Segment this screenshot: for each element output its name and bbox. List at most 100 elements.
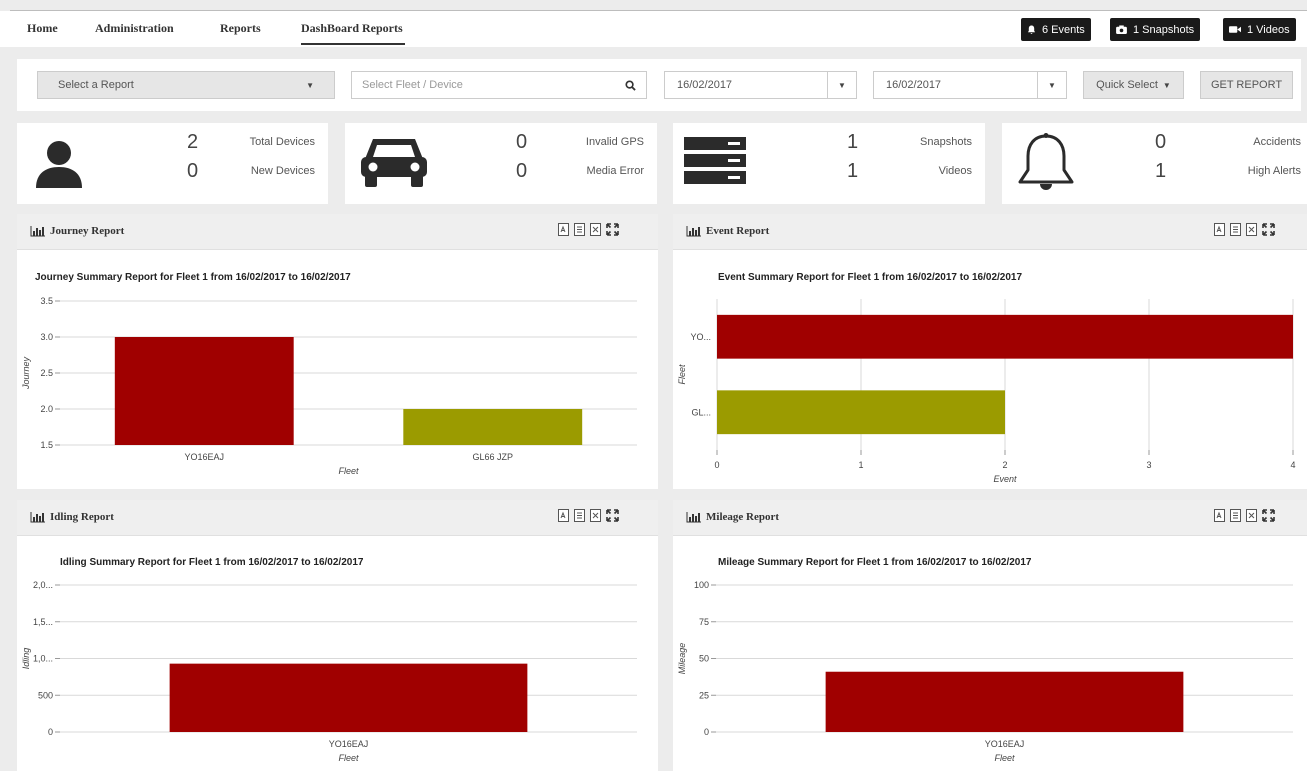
y-tick-label: 0	[48, 727, 53, 737]
chart-title: Journey Summary Report for Fleet 1 from …	[35, 272, 351, 283]
y-tick-label: 100	[694, 580, 709, 590]
event-report-panel: Event Report Event Summary Report for Fl…	[673, 214, 1307, 489]
excel-icon[interactable]	[1246, 509, 1257, 522]
x-tick-label: 1	[858, 460, 863, 470]
pdf-icon[interactable]	[1214, 223, 1225, 236]
nav-administration[interactable]: Administration	[95, 21, 174, 36]
excel-icon[interactable]	[590, 509, 601, 522]
expand-icon[interactable]	[606, 223, 619, 236]
date-from-input[interactable]: 16/02/2017 ▼	[664, 71, 857, 99]
document-icon[interactable]	[574, 223, 585, 236]
excel-icon[interactable]	[590, 223, 601, 236]
stat-value: 0	[187, 160, 199, 182]
events-button[interactable]: 6 Events	[1021, 18, 1091, 41]
y-tick-label: 2,0...	[33, 580, 53, 590]
y-tick-label: 25	[699, 690, 709, 700]
stat-card-media: 1 Snapshots 1 Videos	[673, 123, 985, 204]
x-axis-label: Fleet	[994, 753, 1015, 763]
date-to-caret-icon[interactable]: ▼	[1037, 72, 1066, 98]
expand-icon[interactable]	[606, 509, 619, 522]
stat-label: Videos	[938, 165, 972, 177]
date-to-value: 16/02/2017	[886, 79, 942, 91]
document-icon[interactable]	[1230, 223, 1241, 236]
bar-chart-icon	[686, 512, 701, 523]
fleet-search-input[interactable]: Select Fleet / Device	[351, 71, 647, 99]
bar-chart-icon	[30, 226, 45, 237]
panel-tools	[558, 223, 619, 236]
stat-label: Accidents	[1253, 136, 1301, 148]
camera-icon	[1116, 25, 1127, 34]
fleet-search-placeholder: Select Fleet / Device	[362, 79, 463, 91]
y-tick-label: 3.0	[40, 332, 53, 342]
panel-header: Journey Report	[17, 214, 658, 250]
videos-button[interactable]: 1 Videos	[1223, 18, 1296, 41]
journey-chart: 3.5 3.0 2.5 2.0 1.5 YO16EAJ GL66 JZP Fleet Journ…	[21, 296, 637, 476]
expand-icon[interactable]	[1262, 509, 1275, 522]
panel-header: Mileage Report	[673, 500, 1307, 536]
panel-header: Event Report	[673, 214, 1307, 250]
stat-card-alerts: 0 Accidents 1 High Alerts	[1002, 123, 1307, 204]
y-tick-label: 3.5	[40, 296, 53, 306]
y-tick-label: 1,0...	[33, 654, 53, 664]
x-tick-label: 0	[714, 460, 719, 470]
y-axis-label: Journey	[21, 356, 31, 390]
stat-value: 1	[1155, 160, 1167, 182]
excel-icon[interactable]	[1246, 223, 1257, 236]
y-axis-label: Idling	[21, 648, 31, 670]
bar	[169, 663, 528, 732]
report-select[interactable]: Select a Report ▼	[37, 71, 335, 99]
date-to-input[interactable]: 16/02/2017 ▼	[873, 71, 1067, 99]
x-tick-label: YO16EAJ	[184, 452, 224, 462]
pdf-icon[interactable]	[558, 509, 569, 522]
quick-select-label: Quick Select	[1096, 79, 1158, 91]
get-report-button[interactable]: GET REPORT	[1200, 71, 1293, 99]
stat-value: 0	[1155, 131, 1167, 153]
y-tick-label: 500	[38, 690, 53, 700]
nav-reports[interactable]: Reports	[220, 21, 261, 36]
panel-tools	[1214, 223, 1275, 236]
mileage-chart: 100 75 50 25 0 YO16EAJ Fleet Mileage	[677, 580, 1293, 763]
y-tick-label: 2.5	[40, 368, 53, 378]
search-icon	[625, 79, 636, 91]
x-tick-label: 3	[1146, 460, 1151, 470]
y-tick-label: GL...	[691, 407, 711, 417]
bar-chart-icon	[30, 512, 45, 523]
panel-header: Idling Report	[17, 500, 658, 536]
y-tick-label: 75	[699, 617, 709, 627]
panel-title: Idling Report	[50, 511, 114, 523]
x-tick-label: 4	[1290, 460, 1295, 470]
snapshots-button-label: 1 Snapshots	[1133, 23, 1195, 36]
idling-report-panel: Idling Report Idling Summary Report for …	[17, 500, 658, 771]
stat-label: Media Error	[586, 165, 644, 177]
x-axis-label: Fleet	[338, 753, 359, 763]
x-tick-label: GL66 JZP	[472, 452, 513, 462]
date-from-value: 16/02/2017	[677, 79, 733, 91]
pdf-icon[interactable]	[558, 223, 569, 236]
bell-small-icon	[1027, 25, 1036, 34]
nav-dashboard-reports[interactable]: DashBoard Reports	[301, 21, 405, 45]
expand-icon[interactable]	[1262, 223, 1275, 236]
car-icon	[361, 139, 427, 187]
nav-home[interactable]: Home	[27, 21, 58, 36]
bar	[825, 671, 1184, 732]
event-chart: 0 1 2 3 4 YO... GL... Event Fleet	[677, 299, 1296, 484]
snapshots-button[interactable]: 1 Snapshots	[1110, 18, 1201, 41]
document-icon[interactable]	[1230, 509, 1241, 522]
y-tick-label: 2.0	[40, 404, 53, 414]
document-icon[interactable]	[574, 509, 585, 522]
journey-report-panel: Journey Report Journey Summary Report fo…	[17, 214, 658, 489]
chart-title: Idling Summary Report for Fleet 1 from 1…	[60, 557, 364, 568]
stat-value: 1	[847, 131, 859, 153]
y-tick-label: 1,5...	[33, 617, 53, 627]
y-tick-label: YO...	[690, 332, 711, 342]
date-from-caret-icon[interactable]: ▼	[827, 72, 856, 98]
x-tick-label: YO16EAJ	[985, 739, 1025, 749]
bar	[717, 314, 1293, 359]
pdf-icon[interactable]	[1214, 509, 1225, 522]
y-axis-label: Fleet	[677, 364, 687, 385]
y-tick-label: 50	[699, 654, 709, 664]
quick-select-button[interactable]: Quick Select ▼	[1083, 71, 1184, 99]
idling-chart: 2,0... 1,5... 1,0... 500 0 YO16EAJ Fleet Idling	[21, 580, 637, 763]
bar-chart-icon	[686, 226, 701, 237]
bar	[403, 409, 583, 445]
